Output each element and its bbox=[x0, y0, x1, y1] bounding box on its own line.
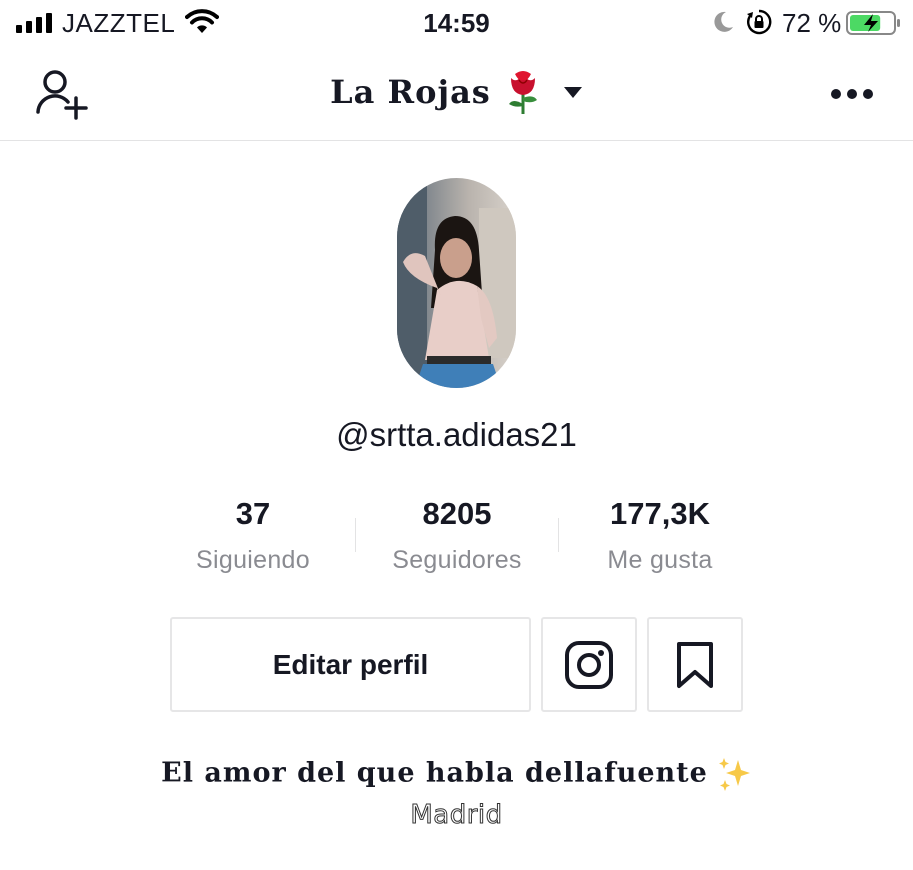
stat-likes[interactable]: 177,3K Me gusta bbox=[558, 496, 762, 575]
more-horizontal-icon[interactable] bbox=[830, 88, 874, 100]
profile-stats: 37 Siguiendo 8205 Seguidores 177,3K Me g… bbox=[151, 496, 761, 586]
edit-profile-button[interactable]: Editar perfil bbox=[170, 617, 531, 712]
moon-icon bbox=[714, 11, 733, 32]
stat-followers[interactable]: 8205 Seguidores bbox=[355, 496, 559, 575]
caret-down-icon[interactable] bbox=[563, 85, 583, 99]
account-switcher[interactable]: La Rojas bbox=[0, 62, 913, 122]
favorites-button[interactable] bbox=[647, 617, 743, 712]
rotation-lock-icon bbox=[747, 9, 772, 35]
sparkles-emoji-icon bbox=[718, 758, 750, 791]
bio-text: El amor del que habla dellafuente bbox=[161, 757, 708, 789]
profile-username: @srtta.adidas21 bbox=[336, 416, 577, 453]
stat-following-label: Siguiendo bbox=[196, 546, 310, 574]
instagram-icon bbox=[565, 640, 613, 689]
status-clock: 14:59 bbox=[423, 8, 490, 38]
stat-following-value: 37 bbox=[235, 496, 271, 531]
avatar-photo bbox=[397, 178, 516, 388]
stat-likes-value: 177,3K bbox=[610, 496, 710, 531]
profile-title: La Rojas bbox=[330, 73, 491, 111]
rose-emoji-icon bbox=[508, 71, 537, 114]
profile-avatar[interactable] bbox=[397, 178, 516, 388]
profile-bio: El amor del que habla dellafuente bbox=[0, 756, 913, 792]
profile-location: Madrid bbox=[410, 800, 503, 831]
battery-charging-icon bbox=[846, 11, 900, 35]
edit-profile-label: Editar perfil bbox=[272, 648, 429, 680]
profile-header: La Rojas bbox=[0, 48, 913, 141]
instagram-button[interactable] bbox=[541, 617, 637, 712]
status-bar: JAZZTEL 14:59 72 % bbox=[0, 0, 913, 48]
battery-percent: 72 % bbox=[782, 8, 842, 38]
stat-followers-value: 8205 bbox=[422, 496, 492, 531]
stat-following[interactable]: 37 Siguiendo bbox=[151, 496, 355, 575]
stat-followers-label: Seguidores bbox=[392, 546, 522, 574]
bookmark-icon bbox=[677, 641, 713, 688]
stat-likes-label: Me gusta bbox=[607, 546, 713, 574]
